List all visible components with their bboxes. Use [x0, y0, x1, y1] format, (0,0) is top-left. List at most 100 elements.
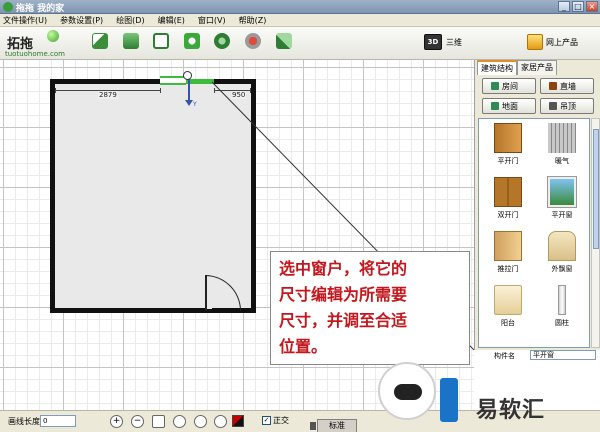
- annotation-line-4: 位置。: [279, 337, 328, 356]
- watermark-face-icon: [394, 384, 422, 400]
- online-products-button[interactable]: 网上产品: [527, 34, 578, 50]
- menu-file[interactable]: 文件操作(U): [3, 14, 47, 26]
- list-item[interactable]: 推拉门: [483, 229, 533, 281]
- zoom-out-icon[interactable]: −: [131, 415, 144, 428]
- watermark-logo: [378, 362, 436, 420]
- refresh-icon[interactable]: [276, 33, 292, 49]
- menu-draw[interactable]: 绘图(D): [116, 14, 144, 26]
- component-list: 平开门 暖气 双开门 平开窗 推拉门 外飘窗 阳台 圆柱: [478, 118, 590, 348]
- floor-button-label: 地面: [502, 101, 518, 111]
- menu-help[interactable]: 帮助(Z): [239, 14, 267, 26]
- annotation-line-1: 选中窗户，将它的: [279, 259, 408, 278]
- list-item[interactable]: 双开门: [483, 175, 533, 227]
- room-walls[interactable]: [50, 79, 256, 313]
- component-scrollbar[interactable]: [591, 118, 600, 348]
- single-door-icon: [494, 123, 522, 153]
- menu-bar: 文件操作(U) 参数设置(P) 绘图(D) 编辑(E) 窗口(V) 帮助(Z): [0, 14, 600, 27]
- radiator-icon: [548, 123, 576, 153]
- dimension-left: 2879: [98, 91, 118, 99]
- list-item[interactable]: 暖气: [537, 121, 587, 173]
- app-icon: [3, 2, 13, 12]
- annotation-line-2: 尺寸编辑为所需要: [279, 285, 408, 304]
- minimize-button[interactable]: _: [558, 1, 570, 12]
- new-icon[interactable]: [92, 33, 108, 49]
- line-length-input[interactable]: 0: [40, 415, 76, 427]
- ortho-label: 正交: [273, 416, 289, 425]
- list-item[interactable]: 阳台: [483, 283, 533, 335]
- item-label: 双开门: [497, 211, 519, 219]
- dim-tick: [214, 88, 215, 93]
- sliding-door-icon: [494, 231, 522, 261]
- ceiling-icon: [549, 102, 557, 110]
- menu-window[interactable]: 窗口(V): [198, 14, 226, 26]
- room-button-label: 房间: [502, 81, 518, 91]
- origin-handle[interactable]: [183, 71, 192, 80]
- zoom-in-icon[interactable]: +: [110, 415, 123, 428]
- component-panel: 建筑结构 家居产品 房间 直墙 地面 吊顶 平开门 暖气 双开门 平开窗 推拉门…: [474, 60, 600, 350]
- balcony-icon: [494, 285, 522, 315]
- property-label: 构件名: [494, 352, 515, 360]
- zoom-all-icon[interactable]: [214, 415, 227, 428]
- structure-buttons: 房间 直墙 地面 吊顶: [480, 76, 596, 118]
- record-icon[interactable]: [245, 33, 261, 49]
- window-selection[interactable]: [186, 79, 214, 84]
- title-bar: 拖拖 我的家 _ □ ×: [0, 0, 600, 14]
- menu-edit[interactable]: 编辑(E): [158, 14, 185, 26]
- room-button[interactable]: 房间: [482, 78, 536, 94]
- logo-ball-icon: [47, 30, 59, 42]
- wall-icon: [549, 82, 557, 90]
- logo: 拓拖 tuotuohome.com: [3, 29, 67, 59]
- logo-url: tuotuohome.com: [5, 50, 65, 58]
- dim-tick: [250, 88, 251, 93]
- dimension-right: 950: [231, 91, 247, 99]
- list-item[interactable]: 平开窗: [537, 175, 587, 227]
- column-icon: [558, 285, 566, 315]
- list-item[interactable]: 圆柱: [537, 283, 587, 335]
- item-label: 推拉门: [497, 265, 519, 273]
- window-element[interactable]: [160, 76, 186, 85]
- save-icon[interactable]: [153, 33, 169, 49]
- pan-icon[interactable]: [173, 415, 186, 428]
- open-icon[interactable]: [123, 33, 139, 49]
- maximize-button[interactable]: □: [572, 1, 584, 12]
- dim-tick: [55, 88, 56, 93]
- panel-tabs: 建筑结构 家居产品: [477, 60, 557, 75]
- annotation-callout: 选中窗户，将它的 尺寸编辑为所需要 尺寸，并调至合适 位置。: [270, 251, 470, 365]
- item-label: 圆柱: [555, 319, 569, 327]
- window-controls: _ □ ×: [558, 1, 598, 12]
- tab-home-products[interactable]: 家居产品: [517, 60, 557, 75]
- ceiling-button[interactable]: 吊顶: [540, 98, 594, 114]
- ortho-toggle[interactable]: ✓ 正交: [262, 415, 289, 426]
- online-products-label: 网上产品: [546, 37, 578, 47]
- y-axis-label: Y: [193, 101, 197, 108]
- zoom-window-icon[interactable]: [194, 415, 207, 428]
- ceiling-button-label: 吊顶: [560, 101, 576, 111]
- ortho-checkbox[interactable]: ✓: [262, 416, 271, 425]
- close-button[interactable]: ×: [586, 1, 598, 12]
- list-item[interactable]: 外飘窗: [537, 229, 587, 281]
- tab-building-structure[interactable]: 建筑结构: [477, 60, 517, 75]
- list-item[interactable]: 平开门: [483, 121, 533, 173]
- y-axis-arrow-icon: [185, 100, 193, 106]
- tab-standard[interactable]: 标准: [310, 419, 357, 432]
- view-3d-button[interactable]: 3D 三维: [424, 34, 462, 50]
- menu-settings[interactable]: 参数设置(P): [60, 14, 103, 26]
- redo-icon[interactable]: [214, 33, 230, 49]
- dim-tick: [160, 88, 161, 93]
- wall-button[interactable]: 直墙: [540, 78, 594, 94]
- room-icon: [491, 82, 499, 90]
- item-label: 阳台: [501, 319, 515, 327]
- color-picker[interactable]: [232, 415, 244, 427]
- scrollbar-thumb[interactable]: [593, 129, 599, 249]
- fit-view-icon[interactable]: [152, 415, 165, 428]
- wall-button-label: 直墙: [560, 81, 576, 91]
- floor-button[interactable]: 地面: [482, 98, 536, 114]
- undo-icon[interactable]: [184, 33, 200, 49]
- bay-window-icon: [548, 231, 576, 261]
- casement-window-icon: [547, 176, 577, 208]
- property-field[interactable]: 平开窗: [530, 350, 596, 360]
- view-3d-label: 三维: [446, 37, 462, 47]
- item-label: 平开窗: [551, 211, 573, 219]
- annotation-line-3: 尺寸，并调至合适: [279, 311, 408, 330]
- toolbar: 拓拖 tuotuohome.com 3D 三维 网上产品: [0, 27, 600, 60]
